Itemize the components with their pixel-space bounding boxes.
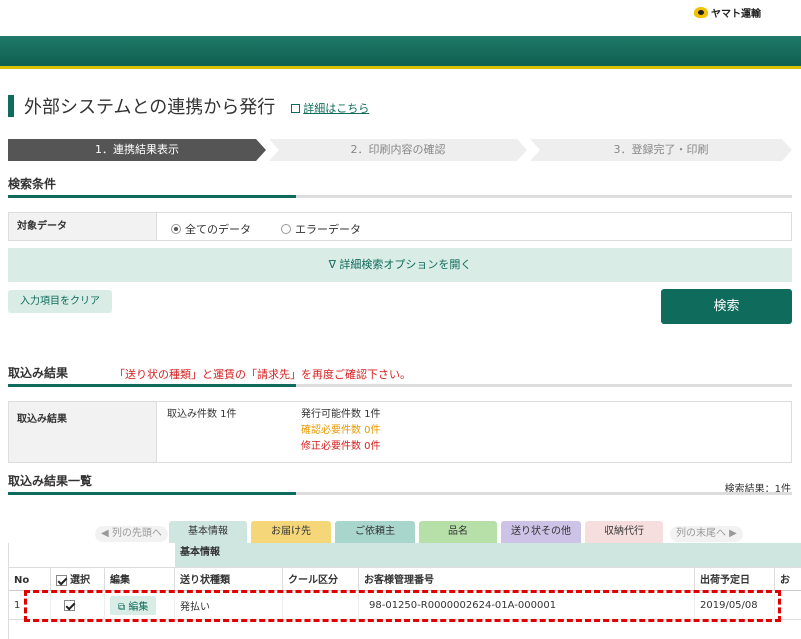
radio-selected-icon (171, 224, 181, 234)
black-cat-icon (694, 7, 708, 18)
radio-all-label: 全てのデータ (185, 223, 251, 236)
table-header-row: No 選択 編集 送り状種類 クール区分 お客様管理番号 出荷予定日 お (9, 567, 801, 591)
header-band (0, 36, 801, 69)
import-heading: 取込み結果 (8, 366, 69, 380)
check-needed-count: 確認必要件数 0件 (301, 425, 381, 436)
import-heading-line (8, 384, 792, 387)
col-slip-type: 送り状種類 (175, 568, 283, 590)
page-title: 外部システムとの連携から発行 (24, 97, 276, 118)
step-1: 1．連携結果表示 (8, 139, 266, 161)
issuable-count: 発行可能件数 1件 (301, 409, 381, 420)
col-cool: クール区分 (283, 568, 359, 590)
col-extra: お (780, 575, 790, 586)
tab-slip-other[interactable]: 送り状その他 (501, 521, 581, 543)
highlight-box (24, 590, 781, 622)
tab-delivery-to[interactable]: お届け先 (251, 521, 331, 543)
col-ship-date: 出荷予定日 (695, 568, 775, 590)
col-customer-no: お客様管理番号 (359, 568, 695, 590)
title-accent (8, 95, 14, 117)
import-warning: 「送り状の種類」と運賃の「請求先」を再度ご確認下さい。 (114, 368, 411, 381)
col-edit: 編集 (105, 568, 175, 590)
col-select[interactable]: 選択 (51, 568, 105, 590)
logo-text: ヤマト運輸 (711, 9, 761, 20)
select-all-checkbox[interactable] (56, 575, 67, 586)
nav-first-column[interactable]: ◀ 列の先頭へ (95, 526, 168, 542)
import-count: 取込み件数 1件 (167, 409, 237, 420)
import-result-label: 取込み結果 (9, 402, 157, 462)
col-no: No (9, 568, 51, 590)
nav-first-label: 列の先頭へ (111, 528, 162, 539)
radio-all-data[interactable]: 全てのデータ (171, 221, 251, 237)
target-data-label: 対象データ (9, 213, 157, 240)
step-2: 2．印刷内容の確認 (269, 139, 527, 161)
tab-requester[interactable]: ご依頼主 (335, 521, 415, 543)
detail-link[interactable]: 詳細はこちら (291, 100, 369, 116)
import-result-box: 取込み結果 取込み件数 1件 発行可能件数 1件 確認必要件数 0件 修正必要件… (8, 401, 792, 463)
step-3: 3．登録完了・印刷 (530, 139, 792, 161)
detail-link-label: 詳細はこちら (303, 102, 370, 115)
radio-unselected-icon (281, 224, 291, 234)
fix-needed-count: 修正必要件数 0件 (301, 441, 381, 452)
progress-steps: 1．連携結果表示 2．印刷内容の確認 3．登録完了・印刷 (8, 139, 792, 161)
clear-inputs-button[interactable]: 入力項目をクリア (8, 290, 112, 313)
advanced-search-toggle[interactable]: ∇ 詳細検索オプションを開く (8, 248, 792, 282)
nav-last-label: 列の末尾へ (676, 528, 726, 539)
target-data-row: 対象データ 全てのデータ エラーデータ (8, 212, 792, 241)
list-heading: 取込み結果一覧 (8, 474, 93, 488)
search-heading-line (8, 195, 792, 198)
radio-error-label: エラーデータ (295, 223, 361, 236)
tab-basic-info[interactable]: 基本情報 (169, 521, 247, 543)
search-heading: 検索条件 (8, 177, 57, 191)
col-select-label: 選択 (70, 575, 90, 586)
nav-last-column[interactable]: 列の末尾へ ▶ (670, 526, 743, 542)
yamato-logo: ヤマト運輸 (694, 5, 761, 20)
search-button[interactable]: 検索 (661, 289, 792, 324)
radio-error-data[interactable]: エラーデータ (281, 221, 361, 237)
group-header: 基本情報 (175, 543, 801, 567)
page-title-row: 外部システムとの連携から発行 詳細はこちら (8, 93, 369, 119)
top-bar: ヤマト運輸 (0, 0, 801, 36)
tab-collection-agency[interactable]: 収納代行 (585, 521, 663, 543)
list-heading-line (8, 492, 792, 495)
external-link-icon (291, 103, 301, 113)
tab-item-name[interactable]: 品名 (419, 521, 497, 543)
